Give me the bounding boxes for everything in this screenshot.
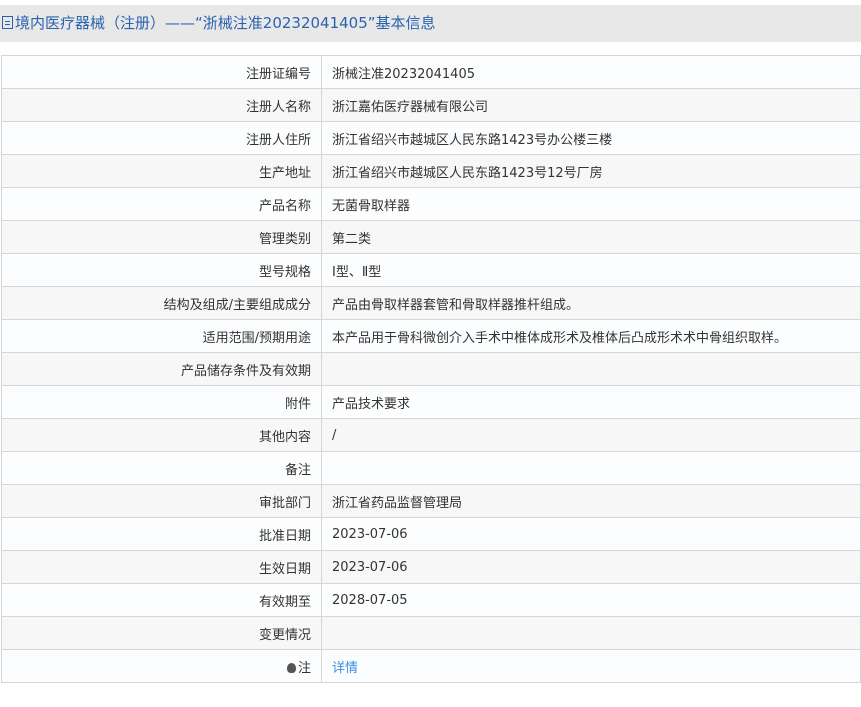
row-value bbox=[321, 616, 861, 650]
table-row: 产品名称 无菌骨取样器 bbox=[1, 187, 861, 221]
row-value: 浙江嘉佑医疗器械有限公司 bbox=[321, 88, 861, 122]
row-label: 附件 bbox=[1, 385, 322, 419]
row-value: 产品由骨取样器套管和骨取样器推杆组成。 bbox=[321, 286, 861, 320]
row-value: 产品技术要求 bbox=[321, 385, 861, 419]
note-value: 详情 bbox=[321, 649, 861, 683]
note-label: 注 bbox=[1, 649, 322, 683]
table-row: 批准日期 2023-07-06 bbox=[1, 517, 861, 551]
row-label: 注册证编号 bbox=[1, 55, 322, 89]
row-label: 产品储存条件及有效期 bbox=[1, 352, 322, 386]
table-row: 备注 bbox=[1, 451, 861, 485]
table-row: 生效日期 2023-07-06 bbox=[1, 550, 861, 584]
table-row: 其他内容 / bbox=[1, 418, 861, 452]
row-value: 浙江省绍兴市越城区人民东路1423号12号厂房 bbox=[321, 154, 861, 188]
row-label: 适用范围/预期用途 bbox=[1, 319, 322, 353]
row-value: 浙江省药品监督管理局 bbox=[321, 484, 861, 518]
row-value bbox=[321, 451, 861, 485]
row-label: 其他内容 bbox=[1, 418, 322, 452]
page-title: 境内医疗器械（注册）——“浙械注准20232041405”基本信息 bbox=[0, 5, 861, 42]
row-label: 审批部门 bbox=[1, 484, 322, 518]
row-label: 注册人名称 bbox=[1, 88, 322, 122]
row-value: 本产品用于骨科微创介入手术中椎体成形术及椎体后凸成形术术中骨组织取样。 bbox=[321, 319, 861, 353]
document-icon bbox=[2, 16, 13, 29]
table-row: 注册证编号 浙械注准20232041405 bbox=[1, 55, 861, 89]
table-row: 审批部门 浙江省药品监督管理局 bbox=[1, 484, 861, 518]
row-value: 浙械注准20232041405 bbox=[321, 55, 861, 89]
row-value: / bbox=[321, 418, 861, 452]
table-row: 型号规格 Ⅰ型、Ⅱ型 bbox=[1, 253, 861, 287]
row-label: 批准日期 bbox=[1, 517, 322, 551]
row-label: 备注 bbox=[1, 451, 322, 485]
row-label: 注册人住所 bbox=[1, 121, 322, 155]
row-label: 管理类别 bbox=[1, 220, 322, 254]
table-row: 适用范围/预期用途 本产品用于骨科微创介入手术中椎体成形术及椎体后凸成形术术中骨组… bbox=[1, 319, 861, 353]
table-row: 变更情况 bbox=[1, 616, 861, 650]
row-value: 2028-07-05 bbox=[321, 583, 861, 617]
row-value: 无菌骨取样器 bbox=[321, 187, 861, 221]
row-label: 变更情况 bbox=[1, 616, 322, 650]
note-row: 注 详情 bbox=[1, 649, 861, 683]
lightbulb-icon bbox=[286, 662, 296, 673]
table-row: 附件 产品技术要求 bbox=[1, 385, 861, 419]
row-value: 第二类 bbox=[321, 220, 861, 254]
title-text: 境内医疗器械（注册）——“浙械注准20232041405”基本信息 bbox=[15, 14, 436, 32]
row-value: 2023-07-06 bbox=[321, 550, 861, 584]
row-value: 2023-07-06 bbox=[321, 517, 861, 551]
row-value: 浙江省绍兴市越城区人民东路1423号办公楼三楼 bbox=[321, 121, 861, 155]
table-row: 产品储存条件及有效期 bbox=[1, 352, 861, 386]
row-label: 有效期至 bbox=[1, 583, 322, 617]
row-label: 生产地址 bbox=[1, 154, 322, 188]
row-label: 型号规格 bbox=[1, 253, 322, 287]
row-value: Ⅰ型、Ⅱ型 bbox=[321, 253, 861, 287]
row-label: 结构及组成/主要组成成分 bbox=[1, 286, 322, 320]
info-table: 注册证编号 浙械注准20232041405 注册人名称 浙江嘉佑医疗器械有限公司 注册人… bbox=[1, 55, 861, 683]
table-row: 注册人名称 浙江嘉佑医疗器械有限公司 bbox=[1, 88, 861, 122]
note-label-text: 注 bbox=[297, 660, 311, 676]
details-link[interactable]: 详情 bbox=[332, 661, 358, 676]
table-row: 注册人住所 浙江省绍兴市越城区人民东路1423号办公楼三楼 bbox=[1, 121, 861, 155]
table-row: 生产地址 浙江省绍兴市越城区人民东路1423号12号厂房 bbox=[1, 154, 861, 188]
table-row: 结构及组成/主要组成成分 产品由骨取样器套管和骨取样器推杆组成。 bbox=[1, 286, 861, 320]
table-row: 管理类别 第二类 bbox=[1, 220, 861, 254]
row-value bbox=[321, 352, 861, 386]
row-label: 生效日期 bbox=[1, 550, 322, 584]
table-row: 有效期至 2028-07-05 bbox=[1, 583, 861, 617]
row-label: 产品名称 bbox=[1, 187, 322, 221]
